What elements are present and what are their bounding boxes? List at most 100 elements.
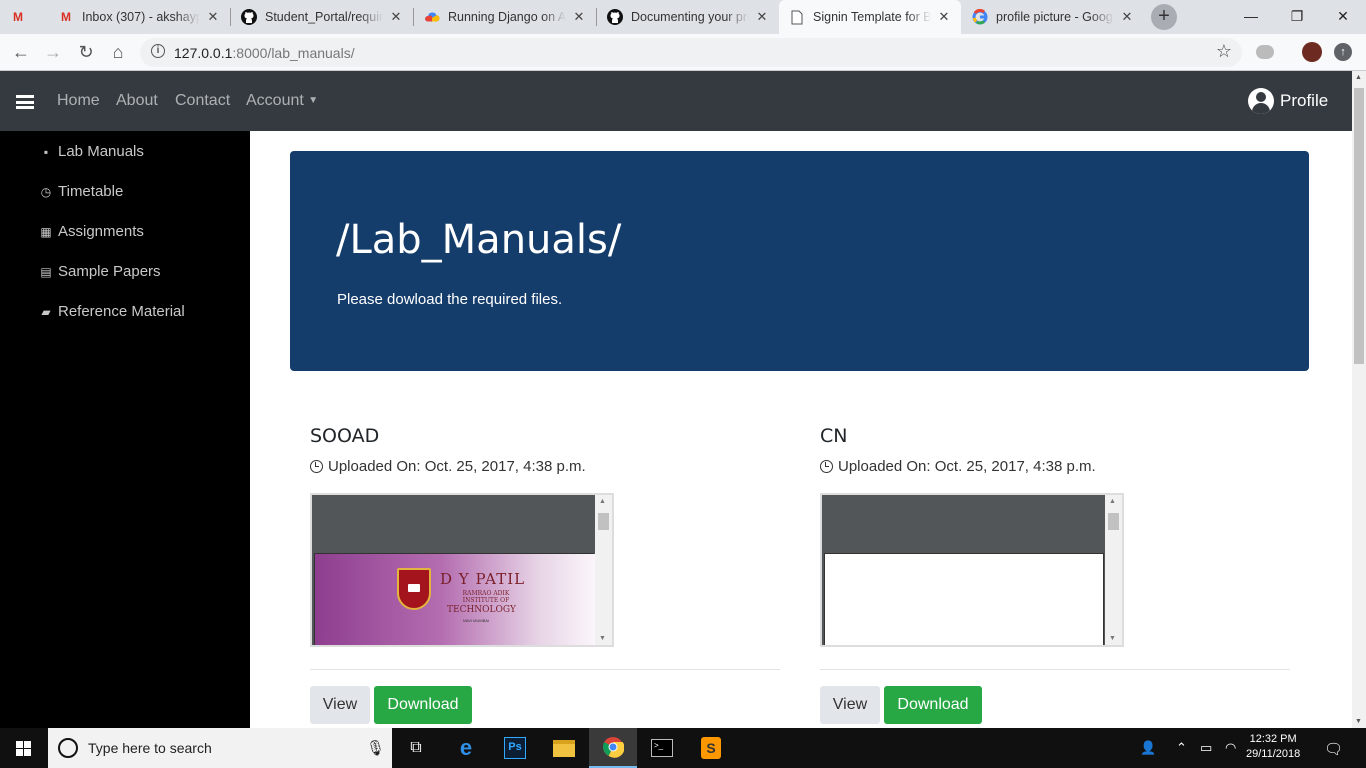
chrome-icon[interactable] <box>589 728 637 768</box>
search-placeholder: Type here to search <box>88 740 212 756</box>
jumbotron: /Lab_Manuals/ Please dowload the require… <box>290 151 1309 371</box>
avatar[interactable] <box>1302 42 1322 62</box>
address-bar[interactable]: i 127.0.0.1:8000/lab_manuals/ ☆ <box>140 38 1242 67</box>
close-icon[interactable]: ✕ <box>937 9 951 25</box>
download-button[interactable]: Download <box>374 686 472 724</box>
sidebar-item-label: Assignments <box>58 223 144 240</box>
sidebar-item-timetable[interactable]: ◷ Timetable <box>39 183 124 200</box>
close-icon[interactable]: ✕ <box>389 9 403 25</box>
logo-technology: TECHNOLOGY <box>447 605 516 615</box>
upload-date: Uploaded On: Oct. 25, 2017, 4:38 p.m. <box>310 458 586 475</box>
profile-link[interactable]: Profile <box>1248 88 1328 114</box>
page-icon <box>789 9 805 25</box>
menu-icon[interactable] <box>16 95 34 109</box>
people-icon[interactable]: 👤 <box>1140 740 1156 756</box>
scroll-thumb[interactable] <box>1108 513 1119 530</box>
nav-contact[interactable]: Contact <box>175 92 230 110</box>
preview-scrollbar[interactable]: ▲ ▼ <box>595 495 612 645</box>
terminal-icon[interactable]: >_ <box>638 728 686 768</box>
tab-signin-template[interactable]: Signin Template for Bo ✕ <box>779 0 961 34</box>
extension-icon[interactable] <box>1256 45 1274 59</box>
download-button[interactable]: Download <box>884 686 982 724</box>
sidebar: ▪ Lab Manuals ◷ Timetable ▦ Assignments … <box>0 131 250 728</box>
sidebar-item-reference-material[interactable]: ▰ Reference Material <box>39 303 185 320</box>
tab-profile-picture[interactable]: profile picture - Googl ✕ <box>962 0 1144 34</box>
main-content: /Lab_Manuals/ Please dowload the require… <box>250 131 1352 728</box>
tab-student-portal[interactable]: Student_Portal/require ✕ <box>231 0 413 34</box>
sidebar-item-sample-papers[interactable]: ▤ Sample Papers <box>39 263 160 280</box>
bookmark-star-icon[interactable]: ☆ <box>1216 41 1232 62</box>
view-button[interactable]: View <box>310 686 370 724</box>
page-title: /Lab_Manuals/ <box>336 217 622 263</box>
nav-account-dropdown[interactable]: Account ▼ <box>246 92 318 110</box>
microphone-icon[interactable]: 🎙 <box>366 739 385 757</box>
scroll-down-icon[interactable]: ▼ <box>1355 718 1362 725</box>
gmail-icon: M <box>13 10 23 24</box>
page-scrollbar[interactable]: ▲ ▼ <box>1352 71 1366 728</box>
scroll-up-icon[interactable]: ▲ <box>1355 74 1362 81</box>
caret-down-icon: ▼ <box>308 95 319 106</box>
sidebar-item-label: Timetable <box>58 183 124 200</box>
close-icon[interactable]: ✕ <box>1120 9 1134 25</box>
info-icon[interactable]: i <box>151 44 165 58</box>
sidebar-item-lab-manuals[interactable]: ▪ Lab Manuals <box>39 143 144 160</box>
new-tab-button[interactable]: + <box>1151 4 1177 30</box>
restore-button[interactable]: ❐ <box>1274 0 1320 34</box>
edge-icon[interactable]: e <box>442 728 490 768</box>
scroll-thumb[interactable] <box>1354 88 1364 364</box>
taskbar: Type here to search 🎙 ⧉ e Ps >_ S 👤 ⌃ ▭ … <box>0 728 1366 768</box>
divider <box>820 669 1290 670</box>
pdf-preview[interactable]: D Y PATIL RAMRAO ADIK INSTITUTE OF TECHN… <box>310 493 614 647</box>
nav-about[interactable]: About <box>116 92 158 110</box>
cloud-icon <box>424 9 440 25</box>
scroll-up-icon[interactable]: ▲ <box>599 498 606 505</box>
minimize-button[interactable]: — <box>1228 0 1274 34</box>
wifi-icon[interactable]: ◠ <box>1225 740 1236 756</box>
reload-button[interactable]: ↻ <box>73 40 99 66</box>
task-view-icon[interactable]: ⧉ <box>392 728 440 768</box>
forward-button[interactable]: → <box>40 40 66 66</box>
pdf-preview[interactable]: ▲ ▼ <box>820 493 1124 647</box>
update-icon[interactable]: ↑ <box>1334 43 1352 61</box>
chevron-up-icon[interactable]: ⌃ <box>1176 740 1187 756</box>
scroll-up-icon[interactable]: ▲ <box>1109 498 1116 505</box>
navbar: Home About Contact Account ▼ Profile <box>0 71 1352 131</box>
taskbar-search[interactable]: Type here to search 🎙 <box>48 728 392 768</box>
system-clock[interactable]: 12:32 PM 29/11/2018 <box>1246 732 1300 762</box>
back-button[interactable]: ← <box>8 40 34 66</box>
close-window-button[interactable]: ✕ <box>1320 0 1366 34</box>
tab-inbox[interactable]: M Inbox (307) - akshaype ✕ <box>48 0 230 34</box>
notification-icon[interactable]: 🗨 <box>1324 740 1343 758</box>
profile-label: Profile <box>1280 91 1329 110</box>
close-icon[interactable]: ✕ <box>206 9 220 25</box>
tab-running-django[interactable]: Running Django on Ap ✕ <box>414 0 596 34</box>
google-icon <box>972 9 988 25</box>
divider <box>310 669 780 670</box>
scroll-down-icon[interactable]: ▼ <box>1109 635 1116 642</box>
tab-gmail-pinned[interactable]: M <box>0 0 48 34</box>
sublime-text-icon[interactable]: S <box>687 728 735 768</box>
windows-start-button[interactable] <box>0 728 48 768</box>
preview-scrollbar[interactable]: ▲ ▼ <box>1105 495 1122 645</box>
home-button[interactable]: ⌂ <box>105 40 131 66</box>
photoshop-icon[interactable]: Ps <box>491 728 539 768</box>
sidebar-item-assignments[interactable]: ▦ Assignments <box>39 223 144 240</box>
calculator-icon: ▦ <box>40 224 52 239</box>
tab-title: Running Django on Ap <box>448 10 566 24</box>
nav-home[interactable]: Home <box>57 92 100 110</box>
gmail-icon: M <box>61 10 71 24</box>
scroll-down-icon[interactable]: ▼ <box>599 635 606 642</box>
battery-icon[interactable]: ▭ <box>1200 740 1212 756</box>
tab-title: Documenting your pro <box>631 10 749 24</box>
file-explorer-icon[interactable] <box>540 728 588 768</box>
file-title: CN <box>820 425 848 447</box>
tab-title: profile picture - Googl <box>996 10 1114 24</box>
scroll-thumb[interactable] <box>598 513 609 530</box>
sidebar-item-label: Reference Material <box>58 303 185 320</box>
close-icon[interactable]: ✕ <box>755 9 769 25</box>
pdf-page <box>824 553 1104 645</box>
view-button[interactable]: View <box>820 686 880 724</box>
close-icon[interactable]: ✕ <box>572 9 586 25</box>
logo-location: NAVI MUMBAI <box>463 618 490 623</box>
tab-documenting[interactable]: Documenting your pro ✕ <box>597 0 779 34</box>
